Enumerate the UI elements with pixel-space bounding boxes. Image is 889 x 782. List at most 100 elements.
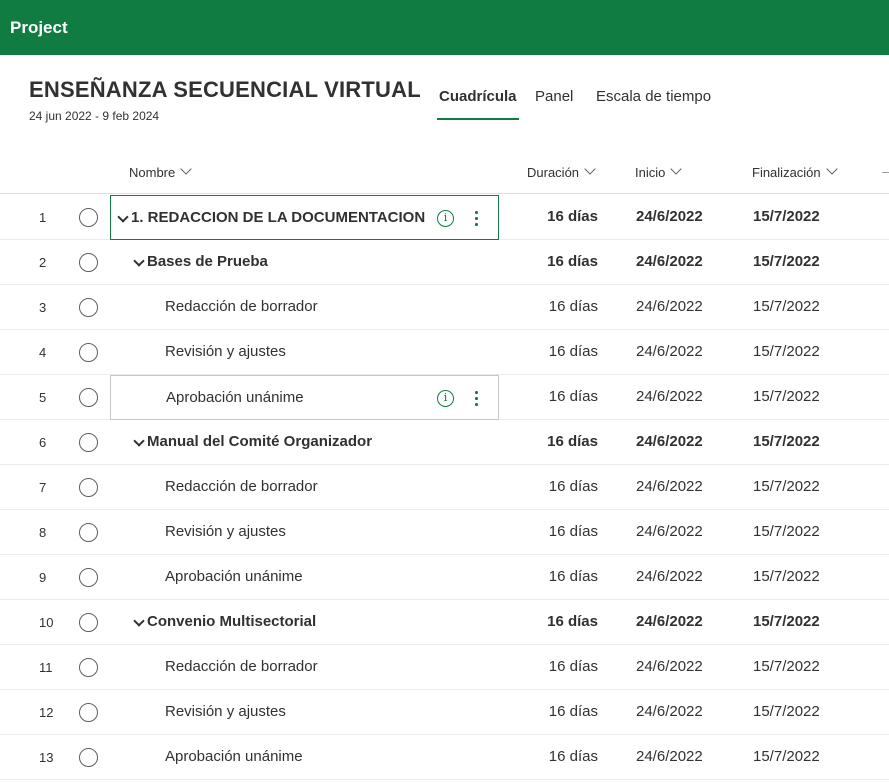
task-name-cell[interactable]: Revisión y ajustes	[110, 690, 499, 734]
task-name-cell[interactable]: Redacción de borrador	[110, 285, 499, 329]
column-header-name[interactable]: Nombre	[129, 163, 192, 180]
task-start[interactable]: 24/6/2022	[636, 208, 703, 225]
table-row[interactable]: 10 Convenio Multisectorial 16 días 24/6/202…	[0, 600, 889, 645]
task-name-cell[interactable]: Aprobación unánime i	[110, 375, 499, 420]
task-duration[interactable]: 16 días	[520, 343, 598, 360]
task-duration[interactable]: 16 días	[520, 298, 598, 315]
info-icon[interactable]: i	[437, 210, 454, 227]
complete-task-checkbox[interactable]	[79, 568, 98, 587]
complete-task-checkbox[interactable]	[79, 298, 98, 317]
complete-task-checkbox[interactable]	[79, 388, 98, 407]
task-start[interactable]: 24/6/2022	[636, 703, 703, 720]
task-duration[interactable]: 16 días	[520, 253, 598, 270]
task-finish[interactable]: 15/7/2022	[753, 253, 820, 270]
chevron-down-icon[interactable]	[133, 615, 145, 627]
complete-task-checkbox[interactable]	[79, 433, 98, 452]
chevron-down-icon[interactable]	[117, 211, 129, 223]
task-name-cell[interactable]: Revisión y ajustes	[110, 330, 499, 374]
more-options-icon[interactable]	[471, 388, 481, 408]
task-duration[interactable]: 16 días	[520, 388, 598, 405]
task-name-cell[interactable]: Manual del Comité Organizador	[110, 420, 499, 464]
task-name-cell[interactable]: Revisión y ajustes	[110, 510, 499, 554]
task-duration[interactable]: 16 días	[520, 613, 598, 630]
task-finish[interactable]: 15/7/2022	[753, 748, 820, 765]
complete-task-checkbox[interactable]	[79, 523, 98, 542]
task-name: Redacción de borrador	[165, 298, 318, 315]
task-name-cell[interactable]: Convenio Multisectorial	[110, 600, 499, 644]
project-title[interactable]: ENSEÑANZA SECUENCIAL VIRTUAL	[29, 77, 421, 103]
task-finish[interactable]: 15/7/2022	[753, 703, 820, 720]
task-duration[interactable]: 16 días	[520, 433, 598, 450]
table-row[interactable]: 11 Redacción de borrador 16 días 24/6/2022 1…	[0, 645, 889, 690]
task-start[interactable]: 24/6/2022	[636, 343, 703, 360]
task-start[interactable]: 24/6/2022	[636, 568, 703, 585]
task-finish[interactable]: 15/7/2022	[753, 298, 820, 315]
complete-task-checkbox[interactable]	[79, 658, 98, 677]
task-finish[interactable]: 15/7/2022	[753, 658, 820, 675]
task-start[interactable]: 24/6/2022	[636, 523, 703, 540]
more-options-icon[interactable]	[471, 208, 481, 228]
column-header-duration[interactable]: Duración	[527, 163, 596, 180]
task-finish[interactable]: 15/7/2022	[753, 388, 820, 405]
table-row[interactable]: 1 1. REDACCION DE LA DOCUMENTACION i 16 día…	[0, 195, 889, 240]
task-start[interactable]: 24/6/2022	[636, 478, 703, 495]
task-finish[interactable]: 15/7/2022	[753, 613, 820, 630]
task-finish[interactable]: 15/7/2022	[753, 208, 820, 225]
task-name-cell[interactable]: Redacción de borrador	[110, 645, 499, 689]
task-name-cell[interactable]: 1. REDACCION DE LA DOCUMENTACION i	[110, 195, 499, 240]
task-start[interactable]: 24/6/2022	[636, 253, 703, 270]
info-icon[interactable]: i	[437, 390, 454, 407]
table-row[interactable]: 12 Revisión y ajustes 16 días 24/6/2022 15/7…	[0, 690, 889, 735]
task-duration[interactable]: 16 días	[520, 658, 598, 675]
table-row[interactable]: 9 Aprobación unánime 16 días 24/6/2022 15/7/…	[0, 555, 889, 600]
table-row[interactable]: 8 Revisión y ajustes 16 días 24/6/2022 15/7/…	[0, 510, 889, 555]
task-finish[interactable]: 15/7/2022	[753, 523, 820, 540]
table-row[interactable]: 5 Aprobación unánime i 16 días 24/6/2022 15/7…	[0, 375, 889, 420]
complete-task-checkbox[interactable]	[79, 253, 98, 272]
task-finish[interactable]: 15/7/2022	[753, 478, 820, 495]
tab-timeline[interactable]: Escala de tiempo	[596, 88, 711, 105]
task-start[interactable]: 24/6/2022	[636, 658, 703, 675]
complete-task-checkbox[interactable]	[79, 208, 98, 227]
complete-task-checkbox[interactable]	[79, 478, 98, 497]
task-name-cell[interactable]: Aprobación unánime	[110, 555, 499, 599]
task-finish[interactable]: 15/7/2022	[753, 343, 820, 360]
task-start[interactable]: 24/6/2022	[636, 388, 703, 405]
task-name-cell[interactable]: Redacción de borrador	[110, 465, 499, 509]
table-row[interactable]: 13 Aprobación unánime 16 días 24/6/2022 15/7…	[0, 735, 889, 780]
complete-task-checkbox[interactable]	[79, 343, 98, 362]
task-start[interactable]: 24/6/2022	[636, 433, 703, 450]
task-start[interactable]: 24/6/2022	[636, 298, 703, 315]
table-row[interactable]: 7 Redacción de borrador 16 días 24/6/2022 15…	[0, 465, 889, 510]
task-duration[interactable]: 16 días	[520, 478, 598, 495]
task-name-cell[interactable]: Aprobación unánime	[110, 735, 499, 779]
task-start[interactable]: 24/6/2022	[636, 748, 703, 765]
app-title[interactable]: Project	[10, 18, 68, 38]
add-column-icon[interactable]	[882, 172, 889, 173]
task-duration[interactable]: 16 días	[520, 568, 598, 585]
task-start[interactable]: 24/6/2022	[636, 613, 703, 630]
task-finish[interactable]: 15/7/2022	[753, 568, 820, 585]
column-header-finish[interactable]: Finalización	[752, 163, 838, 180]
complete-task-checkbox[interactable]	[79, 748, 98, 767]
table-row[interactable]: 3 Redacción de borrador 16 días 24/6/2022 15…	[0, 285, 889, 330]
task-duration[interactable]: 16 días	[520, 208, 598, 225]
chevron-down-icon	[670, 163, 683, 175]
task-name-cell[interactable]: Bases de Prueba	[110, 240, 499, 284]
column-header-start-label: Inicio	[635, 165, 666, 180]
task-duration[interactable]: 16 días	[520, 703, 598, 720]
chevron-down-icon[interactable]	[133, 255, 145, 267]
task-duration[interactable]: 16 días	[520, 523, 598, 540]
tab-grid[interactable]: Cuadrícula	[437, 88, 519, 120]
task-name: Revisión y ajustes	[165, 523, 286, 540]
table-row[interactable]: 4 Revisión y ajustes 16 días 24/6/2022 15/7/…	[0, 330, 889, 375]
task-duration[interactable]: 16 días	[520, 748, 598, 765]
complete-task-checkbox[interactable]	[79, 703, 98, 722]
chevron-down-icon[interactable]	[133, 435, 145, 447]
table-row[interactable]: 2 Bases de Prueba 16 días 24/6/2022 15/7/202…	[0, 240, 889, 285]
tab-panel[interactable]: Panel	[535, 88, 573, 105]
task-finish[interactable]: 15/7/2022	[753, 433, 820, 450]
column-header-start[interactable]: Inicio	[635, 163, 683, 180]
complete-task-checkbox[interactable]	[79, 613, 98, 632]
table-row[interactable]: 6 Manual del Comité Organizador 16 días 24/…	[0, 420, 889, 465]
